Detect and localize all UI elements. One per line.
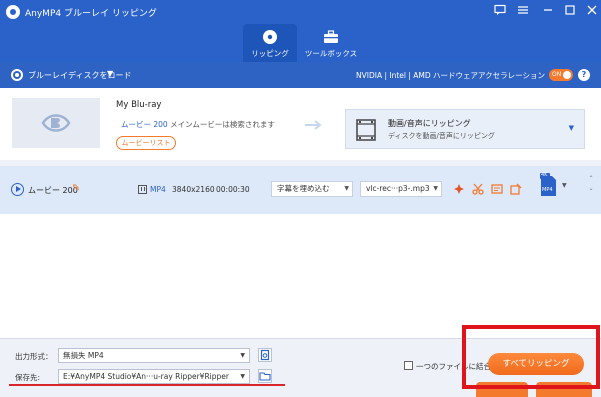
output-format-select[interactable]: 無損失 MP4 ▼ [58, 348, 250, 363]
red-underline-annotation [9, 384, 285, 386]
rip-mode-title: 動画/音声にリッピング [388, 119, 471, 128]
tab-toolbox[interactable]: ツールボックス [300, 24, 362, 62]
minimize-icon[interactable] [540, 4, 556, 20]
film-icon [356, 119, 376, 141]
menu-icon[interactable] [515, 4, 531, 20]
chevron-down-icon[interactable]: ▼ [107, 69, 113, 78]
chevron-down-icon: ▼ [433, 185, 438, 192]
source-duration: 00:00:30 [216, 185, 250, 194]
app-logo-icon [6, 5, 20, 19]
chevron-down-icon: ▼ [568, 124, 574, 132]
cut-icon[interactable] [472, 183, 484, 195]
rip-mode-subtitle: ディスクを動画/音声にリッピング [388, 132, 495, 140]
title-bar: AnyMP4 ブルーレイ リッピング [0, 0, 601, 24]
disc-thumbnail [12, 98, 100, 148]
load-bluray-button[interactable]: ブルーレイディスクをロード [28, 70, 131, 81]
save-path-value: E:¥AnyMP4 Studio¥An···u-ray Ripper¥Rippe… [63, 372, 229, 381]
tab-ripping-label: リッピング [251, 49, 289, 58]
subtitle-select[interactable]: 字幕を埋め込む ▼ [271, 181, 353, 197]
disc-icon [263, 30, 277, 44]
tab-ripping[interactable]: リッピング [243, 24, 297, 62]
load-disc-icon[interactable] [11, 69, 23, 81]
source-format: MP4 [150, 185, 166, 194]
help-icon[interactable]: ? [578, 69, 590, 81]
folder-icon[interactable] [258, 369, 272, 383]
edit-pencil-icon[interactable]: ✎ [72, 184, 82, 194]
feedback-icon[interactable] [492, 4, 508, 20]
output-settings-icon[interactable] [258, 348, 272, 362]
close-icon[interactable] [584, 4, 600, 20]
hardware-accel-toggle[interactable]: ON [549, 69, 573, 81]
chevron-down-icon: ▼ [344, 185, 349, 192]
chevron-down-icon: ▼ [240, 373, 245, 380]
title-row: ムービー 200 ✎ MP4 3840x2160 00:00:30 字幕を埋め込… [0, 166, 601, 214]
red-highlight-box [462, 325, 600, 389]
load-bar: ブルーレイディスクをロード ▼ NVIDIA | Intel | AMD ハード… [0, 62, 601, 88]
output-resolution-badge: 4K [541, 172, 548, 178]
source-resolution: 3840x2160 [172, 185, 215, 194]
audio-track-select[interactable]: vlc-rec···p3-.mp3 ▼ [360, 181, 442, 197]
merge-checkbox[interactable] [404, 361, 413, 370]
enhance-icon[interactable] [453, 183, 465, 195]
bluray-logo-icon [41, 114, 71, 132]
edit-effects-icon[interactable] [510, 183, 522, 195]
rip-mode-selector[interactable]: 動画/音声にリッピング ディスクを動画/音声にリッピング ▼ [345, 109, 585, 149]
movie-title: ムービー 200 [28, 186, 78, 195]
video-format-icon [138, 185, 147, 194]
chevron-down-icon[interactable]: ▼ [562, 182, 567, 189]
subtitle-edit-icon[interactable] [491, 183, 503, 195]
output-format-label: 出力形式： [15, 352, 53, 361]
play-icon[interactable] [11, 183, 24, 196]
movie-count: ムービー 200 [121, 120, 168, 129]
arrow-right-icon [305, 120, 322, 130]
disc-name: My Blu-ray [116, 100, 162, 110]
row-scroll-arrows[interactable]: ⌃ ⌄ [586, 174, 596, 194]
toolbox-icon [324, 30, 338, 43]
audio-track-value: vlc-rec···p3-.mp3 [366, 184, 430, 193]
output-format-badge[interactable]: 4K MP4 [540, 172, 557, 197]
main-tab-bar: リッピング ツールボックス [0, 24, 601, 62]
save-path-select[interactable]: E:¥AnyMP4 Studio¥An···u-ray Ripper¥Rippe… [58, 369, 250, 384]
output-format-value: 無損失 MP4 [63, 351, 104, 360]
output-format-badge-label: MP4 [542, 187, 553, 193]
hardware-accel-label: NVIDIA | Intel | AMD ハードウェアアクセラレーション [356, 71, 545, 80]
movie-list-button[interactable]: ムービーリスト [116, 136, 176, 150]
app-title: AnyMP4 ブルーレイ リッピング [25, 9, 157, 19]
chevron-down-icon: ▼ [240, 352, 245, 359]
subtitle-select-value: 字幕を埋め込む [277, 184, 330, 193]
found-message: メインムービーは検索されます [167, 120, 275, 129]
save-to-label: 保存先: [15, 373, 41, 382]
maximize-icon[interactable] [562, 4, 578, 20]
main-movie-found-text: ムービー 200 メインムービーは検索されます [121, 119, 275, 130]
tab-toolbox-label: ツールボックス [304, 49, 358, 58]
source-panel: My Blu-ray ムービー 200 メインムービーは検索されます ムービーリ… [0, 88, 601, 160]
